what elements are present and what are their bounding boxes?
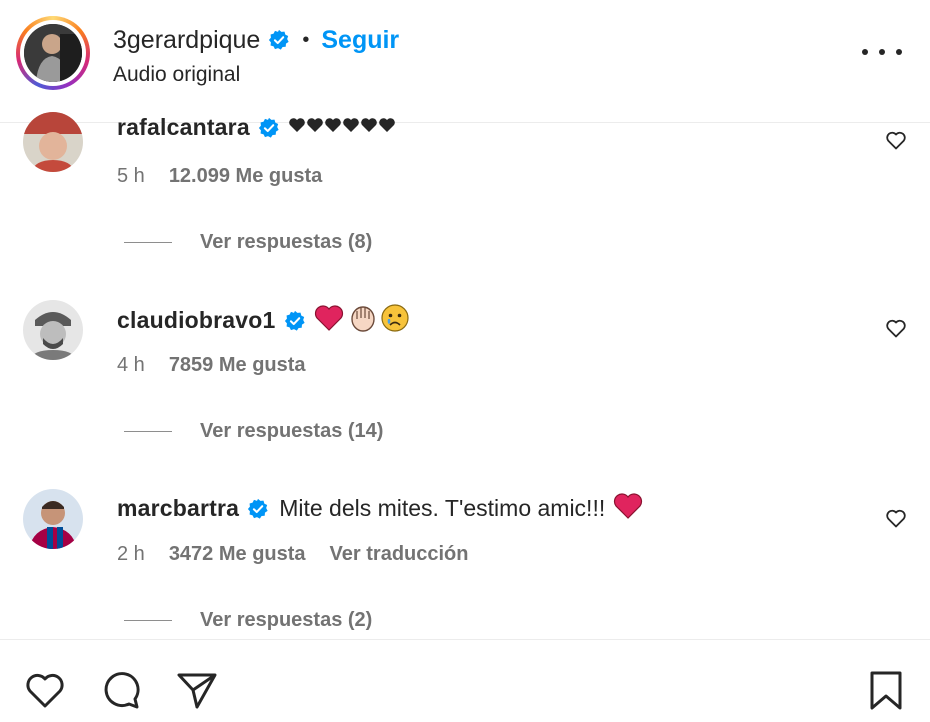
commenter-avatar[interactable] xyxy=(23,489,83,549)
verified-badge-icon xyxy=(248,498,268,519)
more-dot xyxy=(862,49,868,55)
avatar-photo xyxy=(24,24,82,82)
comment-likes[interactable]: 12.099 Me gusta xyxy=(169,165,322,188)
avatar-ring-gap xyxy=(20,20,86,86)
comment-time[interactable]: 2 h xyxy=(117,543,145,566)
audio-label[interactable]: Audio original xyxy=(113,63,240,87)
author-avatar[interactable] xyxy=(16,16,90,90)
more-options-icon[interactable] xyxy=(862,38,902,66)
view-replies-button[interactable]: Ver respuestas (8) xyxy=(124,231,372,254)
author-username[interactable]: 3gerardpique xyxy=(113,26,260,55)
replies-rule xyxy=(124,620,172,621)
comment-line: marcbartra Mite dels mites. T'estimo ami… xyxy=(117,492,643,525)
verified-badge-icon xyxy=(258,117,279,138)
crying-face-emoji xyxy=(380,303,410,338)
author-row: 3gerardpique • Seguir xyxy=(113,23,399,57)
clapping-hands-emoji xyxy=(348,303,378,338)
post-header: 3gerardpique • Seguir Audio original xyxy=(0,0,930,123)
comment-time[interactable]: 4 h xyxy=(117,354,145,377)
comment-meta: 2 h 3472 Me gusta Ver traducción xyxy=(117,543,468,566)
comment-line: rafalcantara xyxy=(117,114,398,141)
bookmark-icon[interactable] xyxy=(864,668,908,712)
black-heart-emojis xyxy=(288,116,398,139)
paper-plane-icon[interactable] xyxy=(175,668,219,712)
comment-text: Mite dels mites. T'estimo amic!!! xyxy=(279,495,606,521)
verified-badge-icon xyxy=(284,310,305,331)
replies-rule xyxy=(124,431,172,432)
comment-like-heart-icon[interactable] xyxy=(884,316,908,340)
separator-dot: • xyxy=(302,28,310,51)
more-dot xyxy=(879,49,885,55)
comment-meta: 5 h 12.099 Me gusta xyxy=(117,165,322,188)
red-heart-emoji xyxy=(314,304,344,337)
commenter-avatar[interactable] xyxy=(23,112,83,172)
see-translation-button[interactable]: Ver traducción xyxy=(330,543,469,566)
view-replies-button[interactable]: Ver respuestas (2) xyxy=(124,609,372,632)
follow-button[interactable]: Seguir xyxy=(321,26,399,55)
comment-likes[interactable]: 7859 Me gusta xyxy=(169,354,306,377)
comment-like-heart-icon[interactable] xyxy=(884,128,908,152)
view-replies-button[interactable]: Ver respuestas (14) xyxy=(124,420,383,443)
comment-line: claudiobravo1 xyxy=(117,303,410,338)
comment-icon[interactable] xyxy=(99,668,143,712)
view-replies-label: Ver respuestas (8) xyxy=(200,231,373,253)
comment-username[interactable]: claudiobravo1 xyxy=(117,307,276,334)
view-replies-label: Ver respuestas (14) xyxy=(200,420,384,442)
comment-username[interactable]: rafalcantara xyxy=(117,114,250,141)
like-heart-icon[interactable] xyxy=(23,668,67,712)
actions-divider xyxy=(0,639,930,640)
comment-likes[interactable]: 3472 Me gusta xyxy=(169,543,306,566)
comment-meta: 4 h 7859 Me gusta xyxy=(117,354,306,377)
more-dot xyxy=(896,49,902,55)
view-replies-label: Ver respuestas (2) xyxy=(200,609,373,631)
comment-username[interactable]: marcbartra xyxy=(117,495,239,522)
commenter-avatar[interactable] xyxy=(23,300,83,360)
red-heart-emoji xyxy=(613,492,643,525)
comment-time[interactable]: 5 h xyxy=(117,165,145,188)
verified-badge-icon xyxy=(269,29,289,50)
replies-rule xyxy=(124,242,172,243)
comment-like-heart-icon[interactable] xyxy=(884,506,908,530)
